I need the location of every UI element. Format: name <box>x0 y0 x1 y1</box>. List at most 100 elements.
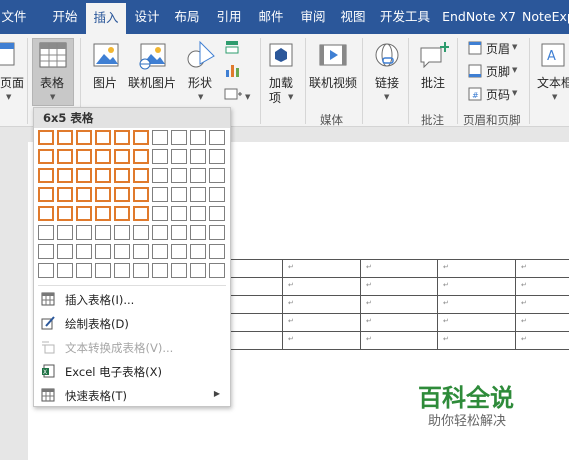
table-grid-cell[interactable] <box>171 149 187 164</box>
table-grid-cell[interactable] <box>133 168 149 183</box>
textbox-button-label[interactable]: 文本框 <box>537 74 569 91</box>
table-grid-cell[interactable] <box>209 244 225 259</box>
online-picture-icon[interactable] <box>136 42 170 70</box>
table-grid-cell[interactable] <box>171 130 187 145</box>
table-grid-cell[interactable] <box>114 130 130 145</box>
table-grid-cell[interactable] <box>171 244 187 259</box>
table-grid-cell[interactable] <box>114 168 130 183</box>
page-number-dropdown-arrow[interactable]: ▼ <box>512 89 517 97</box>
tab-file[interactable]: 文件 <box>0 0 28 34</box>
footer-icon[interactable] <box>468 64 482 78</box>
table-grid-cell[interactable] <box>190 206 206 221</box>
table-grid-cell[interactable] <box>76 225 92 240</box>
smartart-icon[interactable] <box>224 39 240 55</box>
textbox-dropdown-arrow[interactable]: ▼ <box>552 93 557 101</box>
table-grid-cell[interactable] <box>57 149 73 164</box>
online-video-icon[interactable] <box>318 42 348 68</box>
table-grid-cell[interactable] <box>190 168 206 183</box>
table-grid-cell[interactable] <box>209 168 225 183</box>
table-grid-cell[interactable] <box>133 130 149 145</box>
table-grid-cell[interactable] <box>133 187 149 202</box>
table-grid-cell[interactable] <box>38 168 54 183</box>
footer-dropdown-arrow[interactable]: ▼ <box>512 66 517 74</box>
table-grid-cell[interactable] <box>95 225 111 240</box>
table-grid-cell[interactable] <box>190 263 206 278</box>
table-grid-cell[interactable] <box>152 149 168 164</box>
table-grid-cell[interactable] <box>114 206 130 221</box>
table-grid-cell[interactable] <box>76 168 92 183</box>
table-grid-cell[interactable] <box>171 187 187 202</box>
table-grid-cell[interactable] <box>76 263 92 278</box>
page-button-label[interactable]: 页面 <box>0 74 24 91</box>
table-grid-cell[interactable] <box>95 244 111 259</box>
table-grid-cell[interactable] <box>57 263 73 278</box>
table-grid-cell[interactable] <box>133 225 149 240</box>
table-grid-cell[interactable] <box>209 187 225 202</box>
comment-icon[interactable] <box>419 40 449 69</box>
table-grid-cell[interactable] <box>38 130 54 145</box>
table-grid-cell[interactable] <box>38 225 54 240</box>
table-grid-cell[interactable] <box>171 263 187 278</box>
tab-developer[interactable]: 开发工具 <box>376 0 434 34</box>
table-grid-cell[interactable] <box>76 206 92 221</box>
table-grid-cell[interactable] <box>76 130 92 145</box>
header-button-label[interactable]: 页眉 <box>486 40 510 57</box>
table-grid-cell[interactable] <box>57 244 73 259</box>
link-icon[interactable] <box>374 42 400 68</box>
tab-view[interactable]: 视图 <box>336 0 370 34</box>
table-grid-cell[interactable] <box>171 168 187 183</box>
table-grid-cell[interactable] <box>152 263 168 278</box>
table-grid-cell[interactable] <box>209 225 225 240</box>
table-grid-cell[interactable] <box>38 244 54 259</box>
tab-insert[interactable]: 插入 <box>86 3 126 34</box>
table-grid-cell[interactable] <box>76 244 92 259</box>
page-dropdown-arrow[interactable]: ▼ <box>6 93 11 101</box>
table-grid-cell[interactable] <box>114 244 130 259</box>
table-grid-cell[interactable] <box>57 168 73 183</box>
table-grid-cell[interactable] <box>152 168 168 183</box>
table-grid-cell[interactable] <box>76 187 92 202</box>
table-grid-cell[interactable] <box>57 130 73 145</box>
chart-icon[interactable] <box>224 62 240 78</box>
link-button-label[interactable]: 链接 <box>375 74 399 91</box>
tab-review[interactable]: 审阅 <box>296 0 330 34</box>
table-grid-cell[interactable] <box>152 187 168 202</box>
table-grid-cell[interactable] <box>95 187 111 202</box>
table-grid-cell[interactable] <box>57 225 73 240</box>
shapes-button-label[interactable]: 形状 <box>188 74 212 91</box>
page-number-icon[interactable]: # <box>468 87 482 101</box>
page-icon[interactable] <box>0 42 16 66</box>
table-grid-cell[interactable] <box>133 206 149 221</box>
table-grid-cell[interactable] <box>114 187 130 202</box>
tab-layout[interactable]: 布局 <box>170 0 204 34</box>
shapes-icon[interactable] <box>186 40 216 70</box>
table-grid-cell[interactable] <box>152 206 168 221</box>
footer-button-label[interactable]: 页脚 <box>486 63 510 80</box>
online-picture-button-label[interactable]: 联机图片 <box>128 74 176 91</box>
table-grid-cell[interactable] <box>114 263 130 278</box>
table-grid-cell[interactable] <box>133 149 149 164</box>
link-dropdown-arrow[interactable]: ▼ <box>384 93 389 101</box>
table-grid-cell[interactable] <box>114 149 130 164</box>
table-grid-cell[interactable] <box>95 263 111 278</box>
table-grid-cell[interactable] <box>95 168 111 183</box>
table-grid-cell[interactable] <box>209 149 225 164</box>
page-number-button-label[interactable]: 页码 <box>486 86 510 103</box>
table-grid-cell[interactable] <box>190 225 206 240</box>
comment-button-label[interactable]: 批注 <box>421 74 445 91</box>
table-grid-cell[interactable] <box>38 263 54 278</box>
table-grid-cell[interactable] <box>190 149 206 164</box>
online-video-button-label[interactable]: 联机视频 <box>309 74 357 91</box>
table-grid-cell[interactable] <box>152 244 168 259</box>
table-grid-cell[interactable] <box>152 130 168 145</box>
picture-icon[interactable] <box>92 42 120 68</box>
table-grid-cell[interactable] <box>152 225 168 240</box>
table-grid-cell[interactable] <box>57 206 73 221</box>
table-grid-cell[interactable] <box>209 130 225 145</box>
tab-references[interactable]: 引用 <box>212 0 246 34</box>
header-icon[interactable] <box>468 41 482 55</box>
table-grid-cell[interactable] <box>171 206 187 221</box>
tab-home[interactable]: 开始 <box>48 0 82 34</box>
table-grid-cell[interactable] <box>171 225 187 240</box>
insert-table-menu-item[interactable]: 插入表格(I)... <box>34 288 230 310</box>
